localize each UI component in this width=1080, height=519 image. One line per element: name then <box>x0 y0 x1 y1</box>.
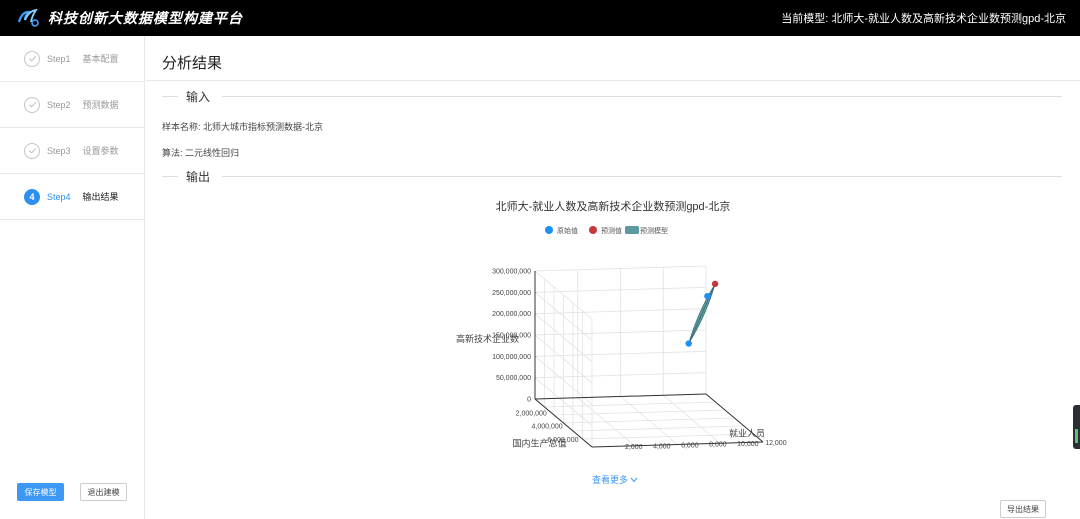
exit-modeling-button[interactable]: 退出建模 <box>80 483 127 501</box>
z-tick-label: 250,000,000 <box>492 290 531 297</box>
platform-logo-icon <box>16 7 42 29</box>
predicted-point-0 <box>711 280 719 288</box>
sidebar-actions: 保存模型 退出建模 <box>17 483 127 501</box>
step-number: Step1 <box>47 53 71 64</box>
y-tick-label: 10,000 <box>737 441 759 448</box>
output-section-label: 输出 <box>186 169 211 184</box>
export-results-button[interactable]: 导出结果 <box>1000 500 1046 518</box>
z-tick-label: 200,000,000 <box>492 311 531 318</box>
title-divider <box>146 80 1080 81</box>
z-axis-label: 高新技术企业数 <box>456 333 519 344</box>
step-number: Step2 <box>47 99 71 110</box>
algorithm-info: 算法: 二元线性回归 <box>162 146 239 159</box>
chart-title: 北师大-就业人数及高新技术企业数预测gpd-北京 <box>496 199 731 213</box>
sidebar-step-1[interactable]: Step1 基本配置 <box>0 36 144 82</box>
legend-label-2: 预测模型 <box>640 226 668 235</box>
section-dash <box>162 175 178 177</box>
step-label: 设置参数 <box>82 146 119 156</box>
y-tick-label: 12,000 <box>765 440 787 447</box>
step-label: 基本配置 <box>82 54 119 64</box>
sidebar-step-3[interactable]: Step3 设置参数 <box>0 128 144 174</box>
original-point-0 <box>685 340 692 347</box>
legend-label-0: 原始值 <box>557 226 578 235</box>
z-tick-label: 100,000,000 <box>492 354 531 361</box>
check-icon <box>24 96 40 113</box>
3d-scatter-chart[interactable]: 北师大-就业人数及高新技术企业数预测gpd-北京原始值 预测值 预测模型 0 50,00… <box>146 186 1080 486</box>
x-tick-label: 2,000,000 <box>516 410 547 417</box>
step-number: Step4 <box>47 191 71 202</box>
z-tick-label: 50,000,000 <box>496 375 531 382</box>
view-more-link[interactable]: 查看更多 <box>592 473 638 486</box>
legend-marker-1 <box>589 226 597 234</box>
step-badge: 4 <box>24 188 40 205</box>
step-label: 预测数据 <box>82 100 119 110</box>
y-tick-label: 2,000 <box>625 444 643 451</box>
sample-label: 样本名称: <box>162 122 204 132</box>
sample-info: 样本名称: 北师大城市指标预测数据-北京 <box>162 120 323 133</box>
page-title: 分析结果 <box>162 55 223 72</box>
sidebar-step-2[interactable]: Step2 预测数据 <box>0 82 144 128</box>
brand-title: 科技创新大数据模型构建平台 <box>48 10 243 26</box>
input-section-label: 输入 <box>186 89 211 104</box>
chart-area: 北师大-就业人数及高新技术企业数预测gpd-北京原始值 预测值 预测模型 0 50,00… <box>146 186 1080 486</box>
input-section-header: 输入 <box>162 89 1062 104</box>
section-line <box>222 95 1062 97</box>
y-axis-label: 就业人员 <box>729 427 765 438</box>
check-icon <box>24 50 40 67</box>
main-panel: 分析结果 输入 样本名称: 北师大城市指标预测数据-北京 算法: 二元线性回归 … <box>146 36 1080 519</box>
x-tick-label: 4,000,000 <box>532 424 563 431</box>
algorithm-label: 算法: <box>162 148 186 158</box>
view-more-label: 查看更多 <box>592 475 629 485</box>
legend-marker-0 <box>545 226 553 234</box>
sample-value: 北师大城市指标预测数据-北京 <box>203 122 324 132</box>
algorithm-value: 二元线性回归 <box>185 148 240 158</box>
section-line <box>222 175 1062 177</box>
output-section-header: 输出 <box>162 169 1062 184</box>
z-tick-label: 300,000,000 <box>492 269 531 276</box>
sidebar-step-4[interactable]: 4 Step4 输出结果 <box>0 174 144 220</box>
model-surface-ridge <box>688 283 716 344</box>
steps-sidebar: Step1 基本配置 Step2 预测数据 Step3 设置参数 4 Step4… <box>0 36 145 519</box>
step-number: Step3 <box>47 145 71 156</box>
z-tick-label: 0 <box>527 397 531 404</box>
brand: 科技创新大数据模型构建平台 <box>16 7 243 29</box>
current-model-label: 当前模型: 北师大-就业人数及高新技术企业数预测gpd-北京 <box>781 13 1066 25</box>
y-tick-label: 4,000 <box>653 443 671 450</box>
x-axis-label: 国内生产总值 <box>512 437 566 448</box>
chevron-down-icon <box>630 477 638 482</box>
step-label: 输出结果 <box>82 192 119 202</box>
legend-marker-2 <box>625 226 639 234</box>
save-model-button[interactable]: 保存模型 <box>17 483 64 501</box>
y-tick-label: 8,000 <box>709 442 727 449</box>
side-feedback-tab[interactable] <box>1073 405 1080 449</box>
y-tick-label: 6,000 <box>681 443 699 450</box>
original-point-1 <box>704 292 711 300</box>
legend-label-1: 预测值 <box>601 226 622 235</box>
top-bar: 科技创新大数据模型构建平台 当前模型: 北师大-就业人数及高新技术企业数预测gp… <box>0 0 1080 36</box>
check-icon <box>24 142 40 159</box>
section-dash <box>162 95 178 97</box>
